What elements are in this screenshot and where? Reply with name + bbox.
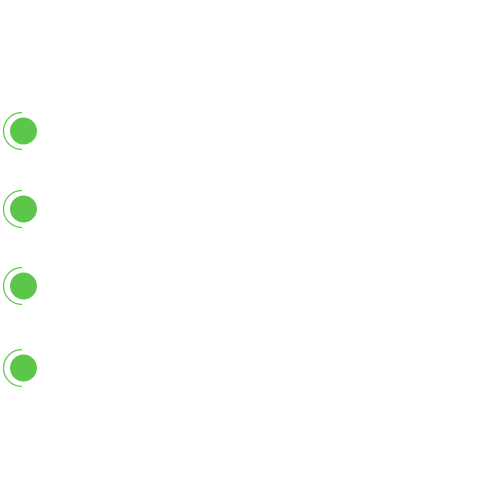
page-canvas [0,0,500,500]
green-dot-icon [2,266,37,306]
status-indicator [0,264,44,308]
green-dot-icon [2,348,37,388]
status-indicator [0,109,44,153]
status-indicator [0,187,44,231]
status-indicator [0,346,44,390]
green-dot-icon [2,111,37,151]
green-dot-icon [2,189,37,229]
